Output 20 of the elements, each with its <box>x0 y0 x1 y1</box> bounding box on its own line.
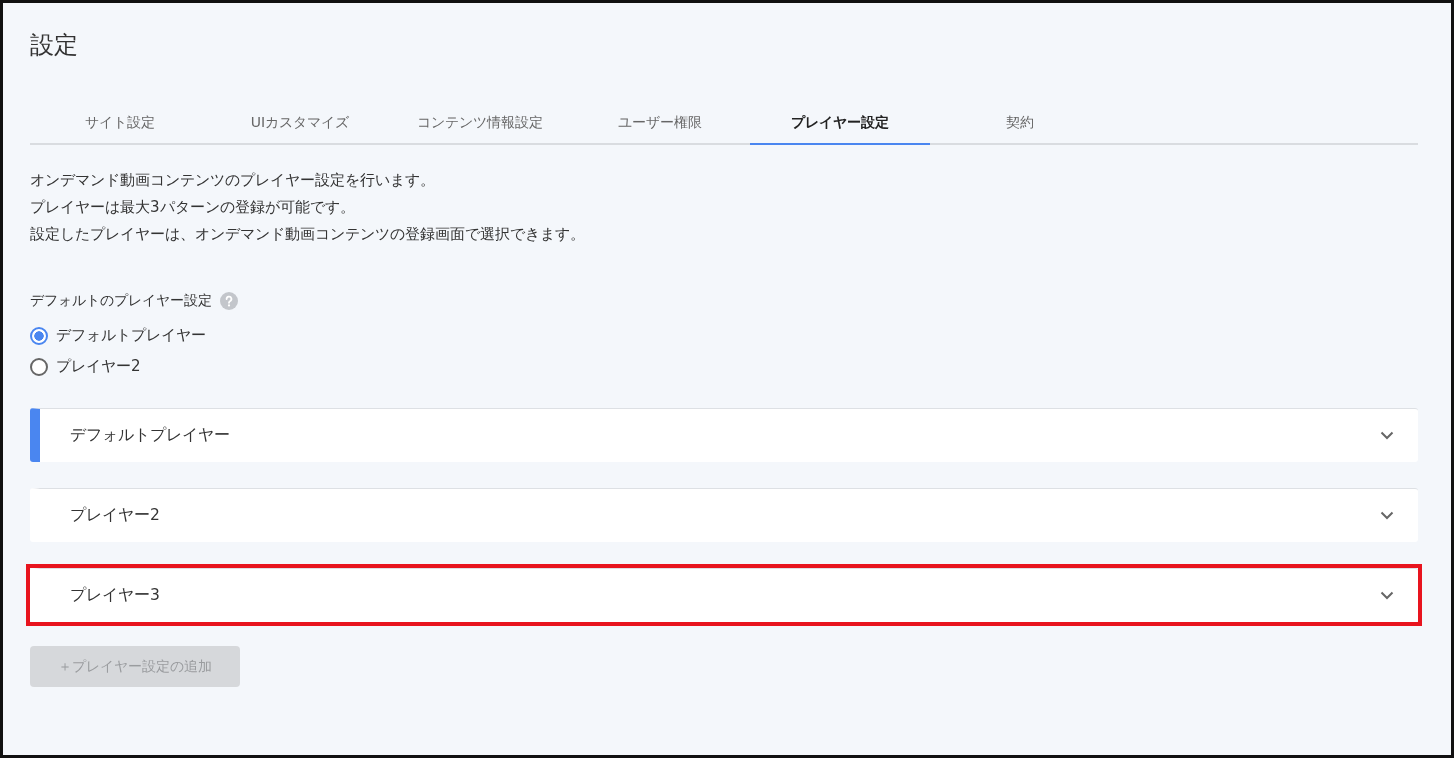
radio-option[interactable]: デフォルトプレイヤー <box>30 326 206 345</box>
description-text: プレイヤーは最大3パターンの登録が可能です。 <box>30 197 356 218</box>
radio-option[interactable]: プレイヤー2 <box>30 357 141 376</box>
accordion-panel[interactable]: デフォルトプレイヤー <box>30 408 1418 462</box>
chevron-down-icon <box>1380 591 1394 600</box>
accordion-panel[interactable]: プレイヤー3 <box>30 568 1418 622</box>
tab[interactable]: UIカスタマイズ <box>210 103 390 145</box>
field-label: デフォルトのプレイヤー設定 <box>30 292 212 310</box>
chevron-down-icon <box>1380 431 1394 440</box>
description-text: オンデマンド動画コンテンツのプレイヤー設定を行います。 <box>30 170 436 191</box>
description-text: 設定したプレイヤーは、オンデマンド動画コンテンツの登録画面で選択できます。 <box>30 224 586 245</box>
tab[interactable]: ユーザー権限 <box>570 103 750 145</box>
tab[interactable]: コンテンツ情報設定 <box>390 103 570 145</box>
accordion-panel[interactable]: プレイヤー2 <box>30 488 1418 542</box>
help-icon[interactable] <box>220 292 238 310</box>
tab[interactable]: 契約 <box>930 103 1110 145</box>
tab[interactable]: サイト設定 <box>30 103 210 145</box>
page-title: 設定 <box>30 30 79 61</box>
tab[interactable]: プレイヤー設定 <box>750 103 930 145</box>
chevron-down-icon <box>1380 511 1394 520</box>
